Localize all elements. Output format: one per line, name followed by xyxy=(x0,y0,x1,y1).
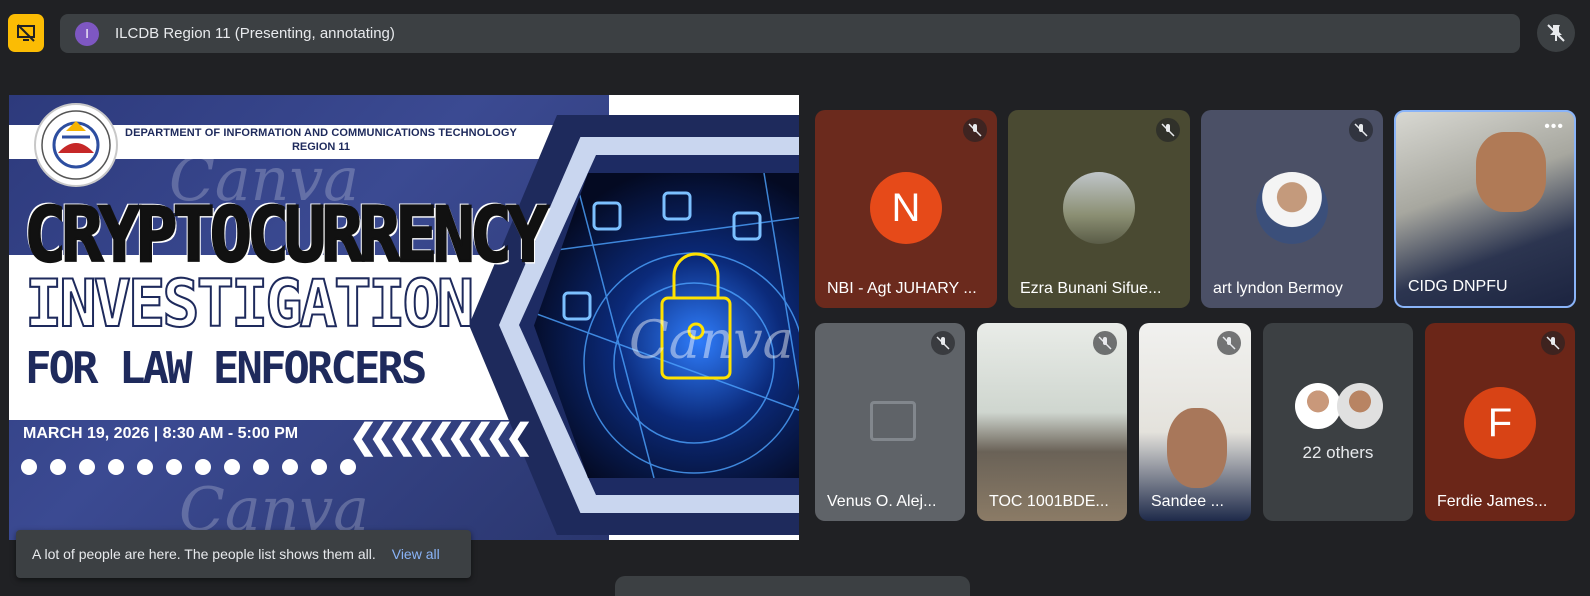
mic-off-icon xyxy=(1156,118,1180,142)
participant-name: NBI - Agt JUHARY ... xyxy=(827,280,977,297)
people-list-toast: A lot of people are here. The people lis… xyxy=(16,530,471,578)
camera-off-icon xyxy=(870,401,916,441)
participant-tile[interactable]: TOC 1001BDE... xyxy=(977,323,1127,521)
participant-name: Sandee ... xyxy=(1151,493,1224,510)
mic-off-icon xyxy=(1093,331,1117,355)
event-date: MARCH 19, 2026 | 8:30 AM - 5:00 PM xyxy=(23,425,299,442)
participant-name: CIDG DNPFU xyxy=(1408,278,1508,295)
mic-off-icon xyxy=(1349,118,1373,142)
participant-name: TOC 1001BDE... xyxy=(989,493,1109,510)
slide-title-line2: INVESTIGATION xyxy=(24,264,475,343)
others-avatar xyxy=(1295,383,1341,429)
participant-avatar: F xyxy=(1464,387,1536,459)
participant-tile[interactable]: Ezra Bunani Sifue... xyxy=(1008,110,1190,308)
participant-photo xyxy=(1063,172,1135,244)
participant-video-face xyxy=(1167,408,1227,488)
more-options-icon[interactable]: ••• xyxy=(1544,118,1564,136)
participant-video-face xyxy=(1476,132,1546,212)
padlock-icon: Canva xyxy=(534,173,799,478)
pin-off-icon xyxy=(1547,24,1565,42)
presenter-avatar: I xyxy=(75,21,99,46)
region-name: REGION 11 xyxy=(291,141,351,153)
participant-name: art lyndon Bermoy xyxy=(1213,280,1343,297)
participant-photo xyxy=(1256,172,1328,244)
participant-tile[interactable]: F Ferdie James... xyxy=(1425,323,1575,521)
mic-off-icon xyxy=(963,118,987,142)
department-name: DEPARTMENT OF INFORMATION AND COMMUNICAT… xyxy=(125,127,517,139)
dot-decoration xyxy=(21,459,356,475)
participant-tile[interactable]: Sandee ... xyxy=(1139,323,1251,521)
svg-text:Canva: Canva xyxy=(629,311,794,371)
mic-off-icon xyxy=(931,331,955,355)
participant-name: Ferdie James... xyxy=(1437,493,1548,510)
others-avatar xyxy=(1337,383,1383,429)
participant-avatar: N xyxy=(870,172,942,244)
presentation-title: ILCDB Region 11 (Presenting, annotating) xyxy=(115,25,395,42)
dict-seal-logo xyxy=(34,103,118,187)
padlock-circuit-image: Canva xyxy=(534,173,799,478)
participant-tile[interactable]: art lyndon Bermoy xyxy=(1201,110,1383,308)
chevron-decoration-icon: ❮❮❮❮❮❮❮❮❮ xyxy=(349,418,533,456)
participant-name: Venus O. Alej... xyxy=(827,493,937,510)
reaction-bar[interactable] xyxy=(615,576,970,596)
mic-off-icon xyxy=(1217,331,1241,355)
mic-off-icon xyxy=(1541,331,1565,355)
view-all-link[interactable]: View all xyxy=(392,546,440,562)
shared-presentation: Canva Canva Canva DEPARTMENT OF INFORMAT… xyxy=(9,95,799,540)
participant-tile[interactable]: Venus O. Alej... xyxy=(815,323,965,521)
participant-name: Ezra Bunani Sifue... xyxy=(1020,280,1162,297)
unpin-button[interactable] xyxy=(1537,14,1575,52)
stop-presenting-button[interactable] xyxy=(8,14,44,52)
others-count: 22 others xyxy=(1302,443,1374,462)
toast-message: A lot of people are here. The people lis… xyxy=(32,546,376,562)
participant-tile[interactable]: N NBI - Agt JUHARY ... xyxy=(815,110,997,308)
slide-title-line3: FOR LAW ENFORCERS xyxy=(25,343,427,394)
presentation-bar: I ILCDB Region 11 (Presenting, annotatin… xyxy=(60,14,1520,53)
participant-tile-active[interactable]: ••• CIDG DNPFU xyxy=(1394,110,1576,308)
presentation-off-icon xyxy=(17,24,35,42)
others-tile[interactable]: 22 others xyxy=(1263,323,1413,521)
